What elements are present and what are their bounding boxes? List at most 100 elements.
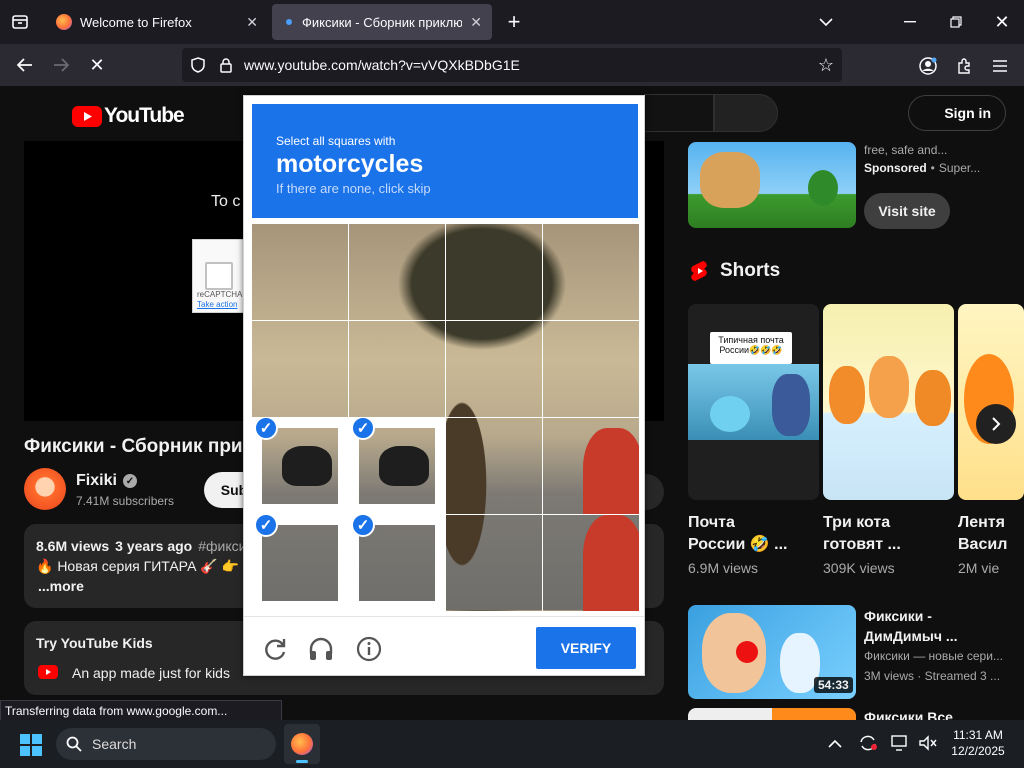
captcha-tile[interactable]: ✓ — [349, 418, 445, 514]
sponsored-label: Sponsored — [864, 161, 927, 175]
captcha-tile[interactable] — [446, 418, 542, 514]
audio-headphones-icon[interactable] — [308, 636, 336, 664]
captcha-tile[interactable] — [252, 321, 348, 417]
visit-site-button[interactable]: Visit site — [864, 193, 950, 229]
short-card[interactable] — [823, 304, 954, 500]
captcha-tile[interactable]: ✓ — [252, 418, 348, 514]
close-tab-icon[interactable]: ✕ — [470, 14, 482, 31]
clock-time: 11:31 AM — [953, 728, 1003, 742]
captcha-tile[interactable] — [349, 321, 445, 417]
recaptcha-take-action-link[interactable]: Take action — [197, 300, 237, 309]
captcha-tile[interactable] — [446, 321, 542, 417]
url-bar[interactable]: www.youtube.com/watch?v=vVQXkBDbG1E ☆ — [182, 48, 842, 82]
sign-in-button[interactable]: Sign in — [908, 95, 1006, 131]
rec-video-thumbnail[interactable]: 54:33 — [688, 605, 856, 699]
captcha-tile[interactable]: ✓ — [252, 515, 348, 611]
firefox-logo-icon — [291, 733, 313, 755]
forward-arrow-icon[interactable] — [48, 52, 74, 78]
volume-muted-icon[interactable] — [918, 734, 938, 757]
rec-video-thumbnail[interactable] — [688, 708, 856, 720]
loading-dot-icon — [286, 19, 292, 25]
youtube-logo[interactable]: YouTube — [72, 104, 185, 128]
channel-name[interactable]: Fixiki — [76, 472, 117, 490]
network-icon[interactable] — [890, 734, 910, 757]
channel-avatar[interactable] — [24, 468, 66, 510]
channel-name-row[interactable]: Fixiki ✓ — [76, 472, 137, 490]
captcha-hint: If there are none, click skip — [276, 181, 431, 196]
recaptcha-label: reCAPTCHA — [197, 290, 243, 299]
rec-video-title[interactable]: Фиксики - ДимДимыч ... — [864, 606, 958, 646]
player-message: To c — [211, 193, 241, 210]
shorts-heading: Shorts — [720, 260, 781, 281]
short-views: 6.9M views — [688, 560, 759, 576]
rec-video-title[interactable]: Фиксики Все — [864, 709, 953, 720]
captcha-tile[interactable] — [446, 515, 542, 611]
reload-icon[interactable] — [262, 636, 290, 664]
tracking-shield-icon[interactable] — [184, 57, 212, 73]
captcha-tile[interactable] — [543, 224, 639, 320]
youtube-kids-icon — [38, 665, 58, 679]
close-tab-icon[interactable]: ✕ — [246, 14, 258, 31]
rec-video-channel[interactable]: Фиксики — новые сери... — [864, 649, 1003, 663]
captcha-tile[interactable]: ✓ — [349, 515, 445, 611]
app-menu-icon[interactable] — [988, 54, 1012, 78]
captcha-tile[interactable] — [252, 224, 348, 320]
subscriber-count: 7.41M subscribers — [76, 494, 175, 508]
lock-icon[interactable] — [212, 57, 240, 73]
captcha-header: Select all squares with motorcycles If t… — [252, 104, 638, 218]
tab-welcome[interactable]: Welcome to Firefox ✕ — [46, 4, 268, 40]
search-box[interactable] — [644, 94, 714, 132]
taskbar-search[interactable]: Search — [56, 728, 276, 760]
youtube-play-icon — [72, 105, 102, 127]
shorts-next-button[interactable] — [976, 404, 1016, 444]
captcha-tile[interactable] — [349, 224, 445, 320]
new-tab-icon[interactable]: + — [502, 9, 526, 34]
short-views: 309K views — [823, 560, 895, 576]
ad-thumbnail[interactable] — [688, 142, 856, 228]
short-title[interactable]: Три кота готовят ... — [823, 512, 901, 556]
captcha-tile[interactable] — [446, 224, 542, 320]
captcha-dialog: Select all squares with motorcycles If t… — [243, 95, 645, 676]
short-title[interactable]: Почта России 🤣 ... — [688, 512, 787, 556]
firefox-view-icon[interactable] — [8, 10, 32, 34]
short-card[interactable]: Типичная почта России🤣🤣🤣 — [688, 304, 819, 500]
extensions-puzzle-icon[interactable] — [952, 54, 976, 78]
account-icon[interactable] — [916, 54, 940, 78]
search-button[interactable] — [714, 94, 778, 132]
search-label: Search — [92, 736, 137, 752]
bookmark-star-icon[interactable]: ☆ — [810, 55, 842, 76]
restore-icon[interactable] — [944, 10, 968, 34]
firefox-taskbar-button[interactable] — [284, 724, 320, 764]
clock[interactable]: 11:31 AM 12/2/2025 — [948, 727, 1008, 759]
status-bar: Transferring data from www.google.com... — [0, 700, 282, 722]
recaptcha-checkbox[interactable] — [205, 262, 233, 290]
captcha-tile[interactable] — [543, 418, 639, 514]
view-count: 8.6M views — [36, 538, 110, 554]
close-window-icon[interactable]: ✕ — [990, 10, 1014, 34]
hashtag-link[interactable]: #фикси — [198, 538, 246, 554]
stop-loading-icon[interactable]: ✕ — [84, 52, 110, 78]
short-card[interactable] — [958, 304, 1024, 500]
info-icon[interactable] — [356, 636, 384, 664]
captcha-tile[interactable] — [543, 321, 639, 417]
url-text[interactable]: www.youtube.com/watch?v=vVQXkBDbG1E — [244, 57, 520, 73]
list-all-tabs-icon[interactable] — [814, 10, 838, 34]
clock-date: 12/2/2025 — [951, 744, 1005, 758]
back-arrow-icon[interactable] — [12, 52, 38, 78]
rec-video-meta: 3M views · Streamed 3 ... — [864, 669, 1001, 683]
captcha-tile[interactable] — [543, 515, 639, 611]
sync-icon[interactable] — [858, 734, 878, 757]
chevron-up-icon[interactable] — [828, 736, 842, 754]
verified-check-icon: ✓ — [122, 474, 137, 488]
firefox-logo-icon — [56, 14, 72, 30]
minimize-icon[interactable] — [898, 10, 922, 34]
kids-text: An app made just for kids — [72, 665, 230, 681]
verify-button[interactable]: VERIFY — [536, 627, 636, 669]
advertiser-name: Super... — [938, 161, 981, 175]
tab-youtube-active[interactable]: Фиксики - Сборник приключе ✕ — [272, 4, 492, 40]
video-title: Фиксики - Сборник при — [24, 436, 243, 457]
short-title[interactable]: Лентя Васил — [958, 512, 1007, 556]
windows-start-icon[interactable] — [20, 734, 42, 761]
show-more-link[interactable]: ...more — [38, 578, 84, 594]
chevron-right-icon — [992, 417, 1001, 431]
